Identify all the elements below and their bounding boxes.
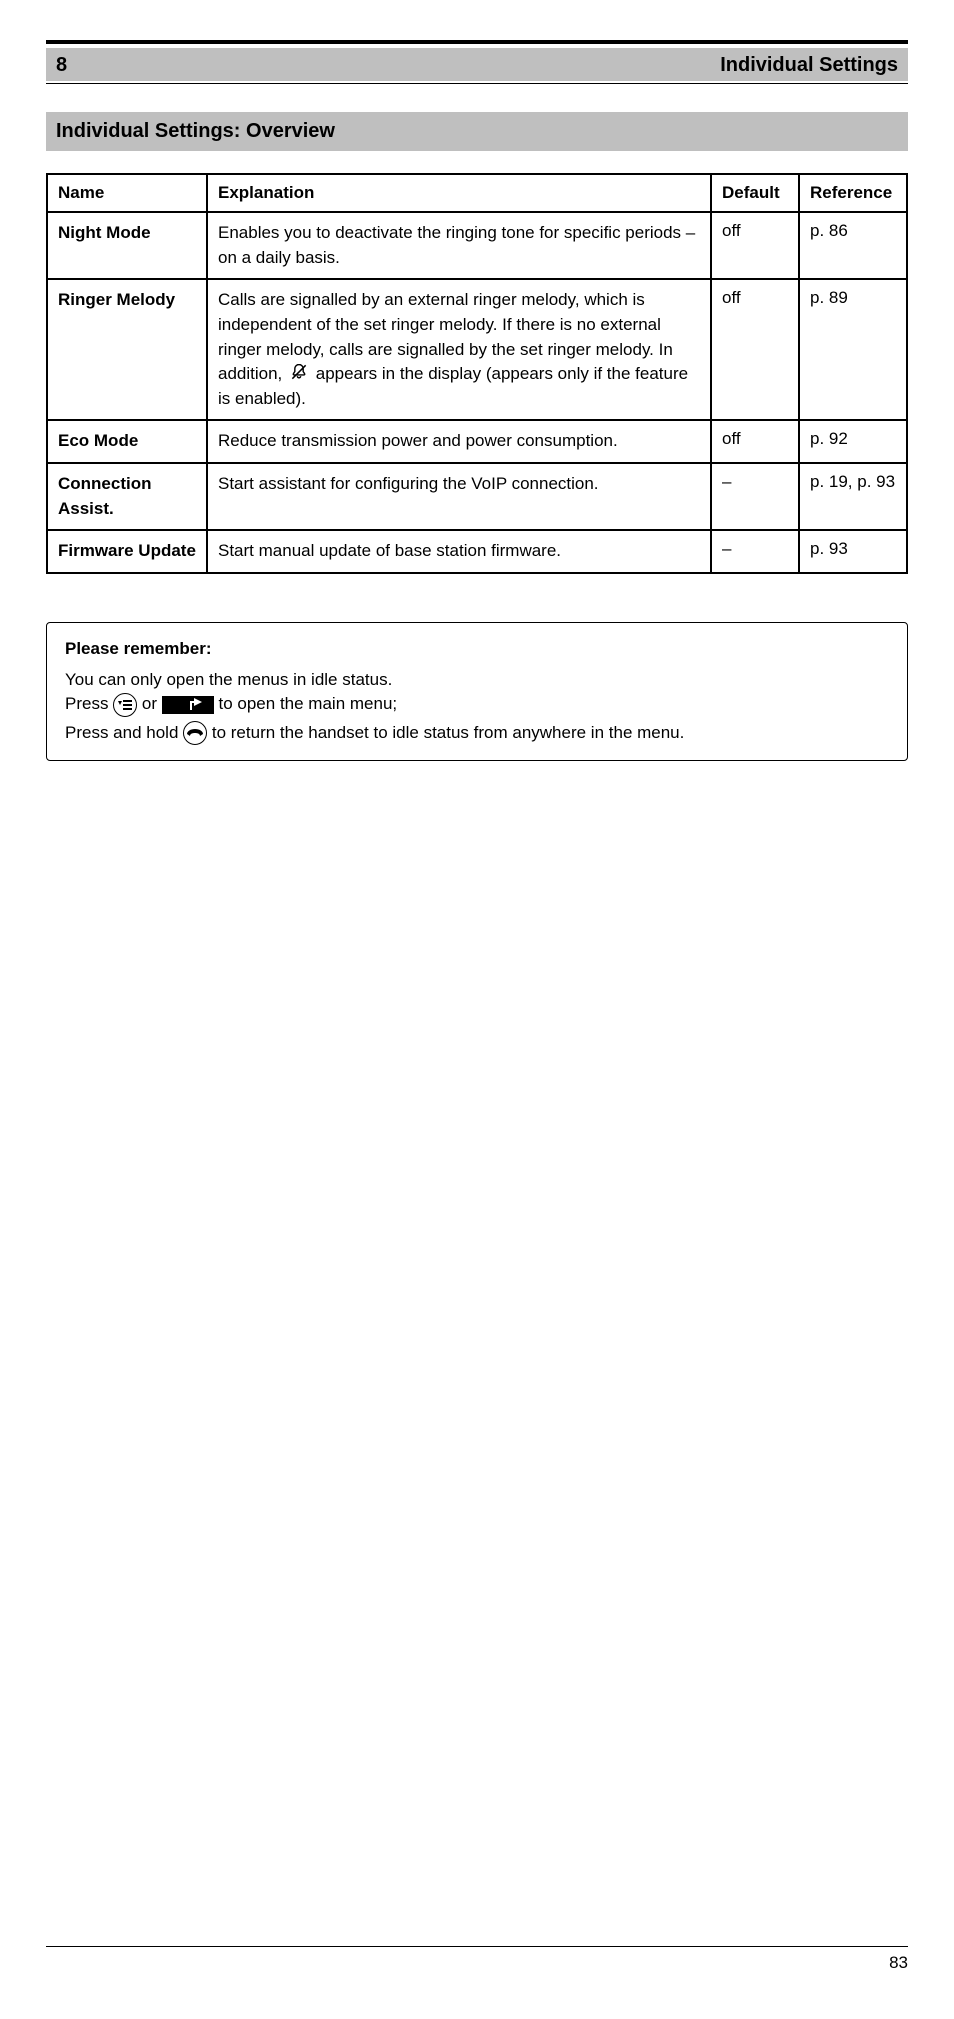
- end-call-key-icon: [183, 721, 207, 745]
- table-row: Eco Mode Reduce transmission power and p…: [47, 420, 907, 463]
- table-row: Firmware Update Start manual update of b…: [47, 530, 907, 573]
- col-explanation: Explanation: [207, 174, 711, 212]
- col-reference: Reference: [799, 174, 907, 212]
- page-number: 83: [889, 1953, 908, 1973]
- section-title: Individual Settings: Overview: [46, 112, 908, 151]
- note-title: Please remember:: [65, 637, 889, 662]
- note-line-1: You can only open the menus in idle stat…: [65, 668, 889, 693]
- chapter-number: 8: [56, 54, 67, 77]
- note-line-2: Press or to open the main menu;: [65, 692, 889, 717]
- menu-key-icon: [113, 693, 137, 717]
- chapter-title: Individual Settings: [720, 54, 898, 77]
- col-name: Name: [47, 174, 207, 212]
- nav-key-icon: [162, 696, 214, 714]
- table-row: Night Mode Enables you to deactivate the…: [47, 212, 907, 279]
- page-footer: 83: [46, 1946, 908, 1973]
- note-line-3: Press and hold to return the handset to …: [65, 721, 889, 746]
- table-row: Ringer Melody Calls are signalled by an …: [47, 279, 907, 420]
- col-default: Default: [711, 174, 799, 212]
- table-row: Connection Assist. Start assistant for c…: [47, 463, 907, 530]
- settings-table: Name Explanation Default Reference Night…: [46, 173, 908, 574]
- bell-off-icon: [289, 362, 309, 382]
- note-box: Please remember: You can only open the m…: [46, 622, 908, 761]
